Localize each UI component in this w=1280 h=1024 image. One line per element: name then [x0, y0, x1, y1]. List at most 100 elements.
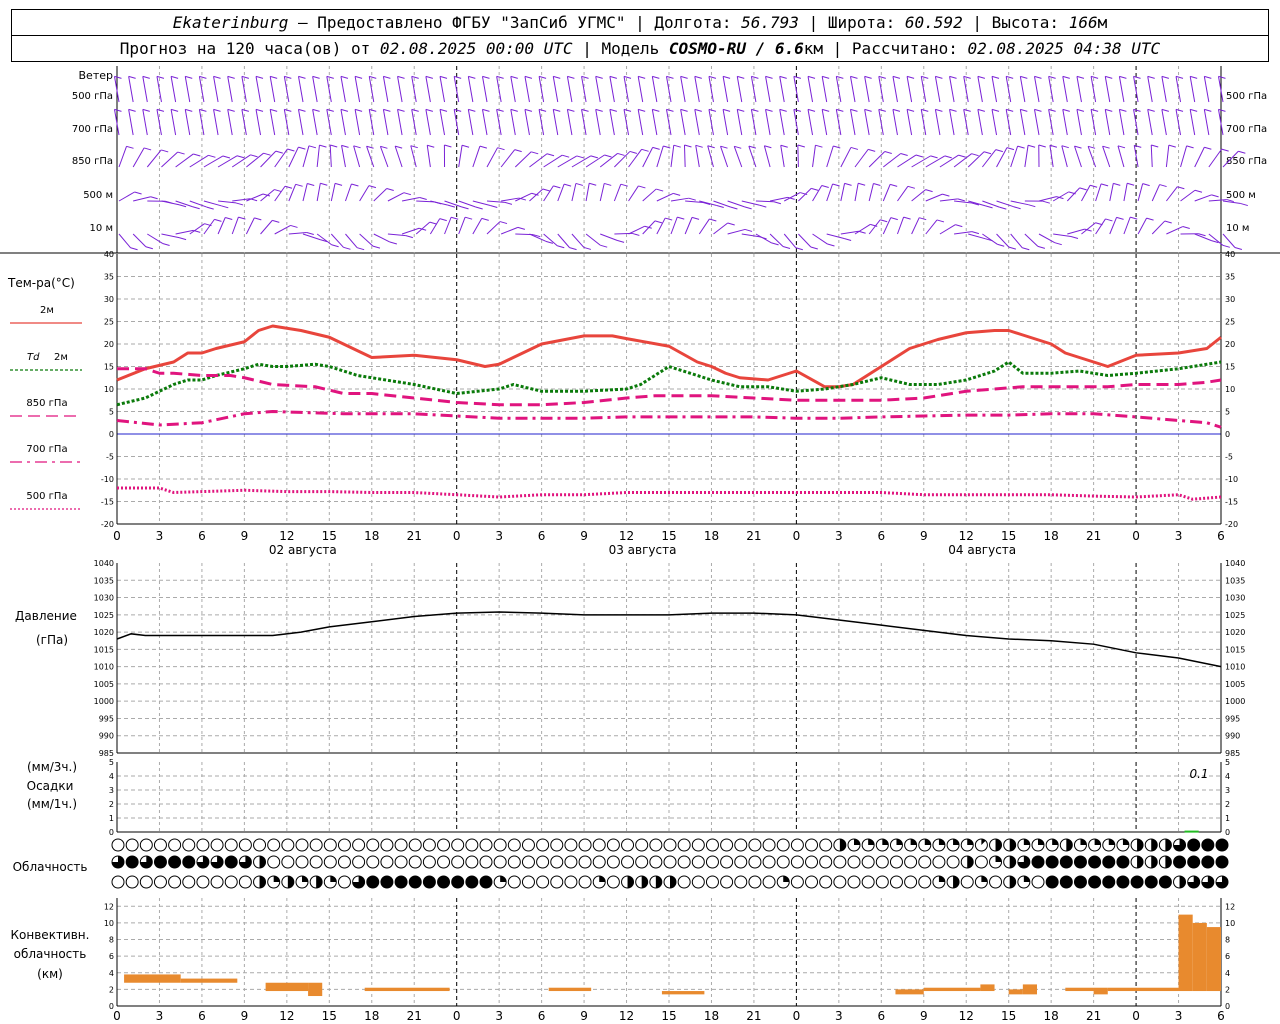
wind-barb: [439, 76, 446, 103]
cloud-cover-icon: [1173, 838, 1187, 852]
wind-barb-flag: [1006, 75, 1014, 79]
conv-y-tick-right: 8: [1225, 936, 1230, 945]
cloud-cover-icon: [1003, 855, 1017, 869]
wind-barb-flag: [744, 206, 752, 210]
wind-barb: [821, 109, 828, 136]
wind-barb: [425, 109, 431, 136]
wind-barb-flag: [461, 206, 469, 210]
wind-barb: [1123, 216, 1131, 235]
wind-barb-flag: [997, 243, 1005, 247]
conv-title-1: Конвективн.: [11, 928, 90, 942]
wind-barb: [720, 146, 729, 168]
wind-barb-flag: [275, 150, 283, 154]
cloud-cover-icon: [989, 875, 1003, 889]
wind-barb-flag: [797, 144, 805, 148]
wind-barb-flag: [858, 182, 866, 186]
wind-barb: [397, 109, 403, 136]
wind-barb-flag: [623, 108, 632, 112]
wind-barb-flag: [468, 75, 476, 79]
pressure-y-tick: 1025: [94, 611, 114, 620]
wind-barb-flag: [836, 108, 844, 112]
conv-bar: [661, 991, 705, 995]
cloud-cover-icon: [762, 855, 776, 869]
wind-barb: [472, 200, 491, 206]
x-tick-label: 0: [113, 529, 121, 543]
wind-barb-flag: [581, 75, 589, 79]
wind-barb-flag: [1117, 145, 1126, 149]
conv-x-tick-label: 12: [619, 1009, 634, 1023]
wind-barb: [849, 109, 856, 136]
pressure-y-tick: 1000: [94, 697, 114, 706]
cloud-cover-icon: [451, 838, 465, 852]
wind-barb: [410, 145, 417, 168]
x-tick-label: 15: [1001, 529, 1016, 543]
conv-bar: [1107, 987, 1179, 992]
x-tick-label: 6: [198, 529, 206, 543]
wind-barb-flag: [496, 108, 504, 112]
pressure-y-tick-right: 1040: [1225, 559, 1245, 568]
cloud-cover-icon: [1088, 838, 1102, 852]
conv-bar: [1192, 922, 1207, 992]
wind-barb-flag: [170, 75, 179, 79]
temp-y-tick: -5: [106, 453, 114, 462]
conv-bar: [1093, 987, 1108, 995]
wind-barb-flag: [170, 108, 179, 112]
wind-barb-flag: [542, 188, 550, 192]
wind-barb: [736, 76, 743, 103]
wind-barb: [600, 233, 618, 241]
wind-barb-flag: [1013, 206, 1021, 210]
wind-barb-flag: [1062, 108, 1070, 112]
wind-barb: [1033, 109, 1040, 136]
wind-barb: [1137, 183, 1144, 202]
cloud-cover-icon: [493, 855, 507, 869]
cloud-cover-icon: [168, 855, 182, 869]
conv-bar: [895, 989, 924, 995]
wind-barb-flag: [295, 183, 303, 187]
cloud-cover-icon: [1201, 838, 1215, 852]
cloud-cover-icon: [904, 838, 918, 852]
x-tick-label: 6: [538, 529, 546, 543]
cloud-cover-icon: [1144, 855, 1158, 869]
cloud-cover-icon: [677, 855, 691, 869]
wind-barb-flag: [844, 182, 852, 186]
wind-barb: [354, 76, 361, 103]
cloud-cover-icon: [408, 838, 422, 852]
cloud-cover-icon: [734, 838, 748, 852]
wind-barb: [821, 76, 828, 103]
wind-barb: [896, 216, 905, 235]
wind-barb-flag: [709, 218, 717, 222]
wind-barb: [394, 145, 403, 168]
wind-barb-flag: [270, 75, 278, 79]
wind-barb-flag: [236, 155, 245, 159]
wind-barb-flag: [716, 205, 724, 209]
pressure-title: Давление: [15, 609, 77, 623]
cloud-cover-icon: [550, 855, 564, 869]
wind-barb-flag: [447, 204, 456, 208]
cloud-cover-icon: [295, 875, 309, 889]
cloud-cover-icon: [394, 855, 408, 869]
wind-barb-flag: [389, 241, 398, 245]
wind-barb: [849, 76, 856, 103]
wind-barb-flag: [1054, 242, 1062, 246]
cloud-cover-icon: [224, 855, 238, 869]
cloud-cover-icon: [847, 838, 861, 852]
cloud-cover-icon: [705, 838, 719, 852]
wind-barb-flag: [221, 205, 229, 209]
wind-barb: [812, 233, 828, 245]
cloud-cover-icon: [691, 855, 705, 869]
conv-x-tick-label: 3: [495, 1009, 503, 1023]
wind-barb: [906, 109, 913, 136]
wind-barb-flag: [241, 75, 250, 79]
wind-barb-flag: [454, 75, 462, 79]
cloud-cover-icon: [663, 855, 677, 869]
conv-x-tick-label: 21: [746, 1009, 761, 1023]
wind-barb-flag: [343, 246, 351, 250]
wind-barb-flag: [1061, 145, 1069, 149]
cloud-cover-icon: [621, 838, 635, 852]
wind-barb: [713, 222, 729, 235]
x-tick-label: 21: [1086, 529, 1101, 543]
wind-barb: [444, 200, 462, 208]
cloud-cover-icon: [649, 875, 663, 889]
cloud-cover-icon: [1088, 855, 1102, 869]
wind-barb-flag: [919, 217, 927, 221]
